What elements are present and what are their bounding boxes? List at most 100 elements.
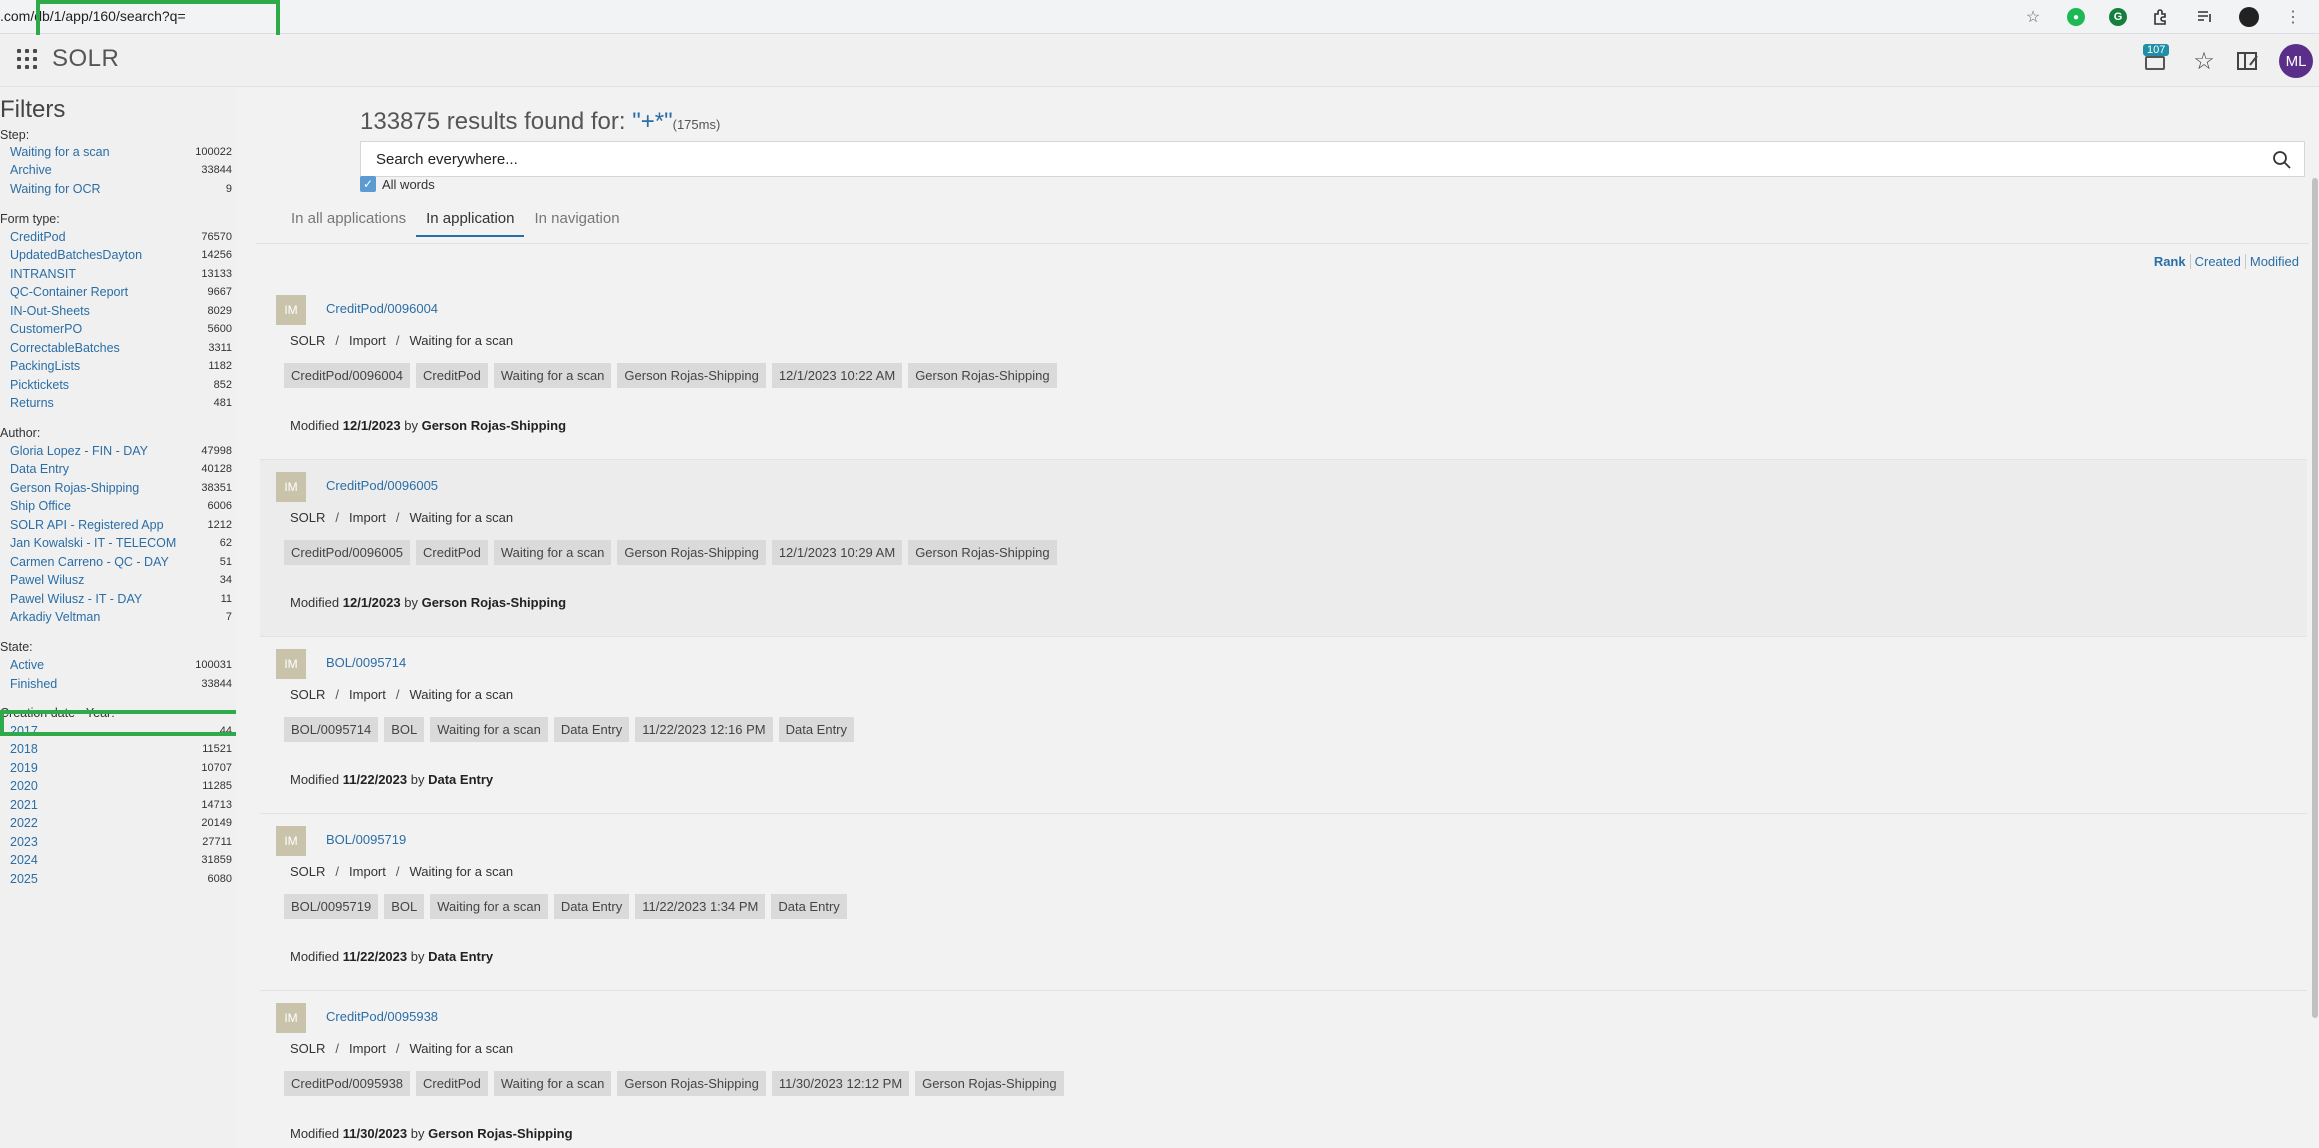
profile-dark-icon[interactable] — [2239, 7, 2259, 27]
modified-by-word: by — [410, 949, 425, 964]
document-type-icon: IM — [276, 649, 306, 679]
filter-item[interactable]: 2024 31859 — [10, 851, 232, 869]
result-title-link[interactable]: CreditPod/0095938 — [326, 1009, 438, 1024]
tab-in-navigation[interactable]: In navigation — [524, 210, 629, 237]
filter-item[interactable]: CustomerPO 5600 — [10, 320, 232, 338]
filter-item[interactable]: 2025 6080 — [10, 870, 232, 888]
path-separator: / — [335, 864, 340, 879]
scrollbar-track[interactable] — [2309, 88, 2319, 1148]
result-path: SOLR / Import / Waiting for a scan — [290, 687, 513, 702]
filter-item[interactable]: SOLR API - Registered App 1212 — [10, 516, 232, 534]
scrollbar-thumb[interactable] — [2312, 178, 2318, 1018]
result-tag: BOL — [384, 717, 425, 742]
filters-title: Filters — [0, 96, 66, 123]
result-tags: BOL/0095714 BOL Waiting for a scan Data … — [284, 717, 855, 742]
modified-by-word: by — [410, 772, 425, 787]
result-tag: BOL/0095714 — [284, 717, 379, 742]
document-type-icon: IM — [276, 295, 306, 325]
result-title-link[interactable]: BOL/0095719 — [326, 832, 406, 847]
filter-item[interactable]: Finished 33844 — [10, 675, 232, 693]
filter-item[interactable]: UpdatedBatchesDayton 14256 — [10, 246, 232, 264]
inbox-icon — [2145, 56, 2165, 70]
result-card: IM BOL/0095719 SOLR / Import / Waiting for… — [260, 814, 2307, 991]
tab-in-application[interactable]: In application — [416, 210, 525, 237]
filter-item[interactable]: Gloria Lopez - FIN - DAY 47998 — [10, 442, 232, 460]
favorites-star-icon[interactable]: ☆ — [2191, 48, 2217, 75]
path-separator: / — [395, 687, 400, 702]
filter-item[interactable]: Active 100031 — [10, 656, 232, 674]
result-tags: CreditPod/0095938 CreditPod Waiting for … — [284, 1071, 1064, 1096]
filter-item[interactable]: 2023 27711 — [10, 833, 232, 851]
sort-created-link[interactable]: Created — [2189, 254, 2245, 269]
result-tags: BOL/0095719 BOL Waiting for a scan Data … — [284, 894, 847, 919]
result-title-link[interactable]: CreditPod/0096005 — [326, 478, 438, 493]
filter-item[interactable]: 2022 20149 — [10, 814, 232, 832]
playlist-icon[interactable] — [2195, 7, 2215, 27]
layout-edit-icon[interactable] — [2235, 48, 2261, 74]
notifications-button[interactable]: 107 — [2141, 44, 2171, 76]
header-actions: 107 ☆ ML — [2141, 43, 2319, 79]
tab-all-applications[interactable]: In all applications — [281, 210, 416, 237]
filter-item[interactable]: Pawel Wilusz 34 — [10, 571, 232, 589]
result-tag: 12/1/2023 10:22 AM — [771, 363, 903, 388]
filter-item[interactable]: 2019 10707 — [10, 759, 232, 777]
filter-item[interactable]: 2018 11521 — [10, 740, 232, 758]
filter-item[interactable]: Jan Kowalski - IT - TELECOM 62 — [10, 534, 232, 552]
notification-badge: 107 — [2143, 44, 2170, 56]
modified-prefix: Modified — [290, 949, 340, 964]
result-tag: CreditPod — [416, 363, 488, 388]
result-tag: CreditPod — [416, 1071, 488, 1096]
filter-item[interactable]: 2020 11285 — [10, 777, 232, 795]
result-tag: Data Entry — [778, 717, 855, 742]
filter-item[interactable]: Data Entry 40128 — [10, 460, 232, 478]
filter-item[interactable]: Carmen Carreno - QC - DAY 51 — [10, 553, 232, 571]
result-path: SOLR / Import / Waiting for a scan — [290, 1041, 513, 1056]
path-separator: / — [395, 1041, 400, 1056]
filter-item[interactable]: Gerson Rojas-Shipping 38351 — [10, 479, 232, 497]
search-input[interactable] — [376, 151, 2256, 168]
sort-rank-link[interactable]: Rank — [2150, 254, 2190, 269]
modified-date: 11/30/2023 — [342, 1126, 408, 1141]
result-tag: Waiting for a scan — [430, 717, 548, 742]
filter-item[interactable]: CorrectableBatches 3311 — [10, 339, 232, 357]
document-type-icon: IM — [276, 826, 306, 856]
filter-item[interactable]: Arkadiy Veltman 7 — [10, 608, 232, 626]
filter-item[interactable]: Waiting for OCR 9 — [10, 180, 232, 198]
filter-item[interactable]: CreditPod 76570 — [10, 228, 232, 246]
modified-date: 11/22/2023 — [342, 772, 408, 787]
path-segment: SOLR — [290, 333, 326, 348]
results-text: results found for: — [446, 108, 626, 135]
filter-item[interactable]: Waiting for a scan 100022 — [10, 143, 232, 161]
filter-item[interactable]: INTRANSIT 13133 — [10, 265, 232, 283]
all-words-checkbox[interactable]: ✓ — [360, 176, 376, 192]
filter-item[interactable]: 2021 14713 — [10, 796, 232, 814]
path-segment: Import — [349, 510, 386, 525]
path-segment: SOLR — [290, 687, 326, 702]
filter-item[interactable]: Pawel Wilusz - IT - DAY 11 — [10, 590, 232, 608]
user-avatar[interactable]: ML — [2279, 44, 2313, 78]
extension-green-icon[interactable]: ● — [2067, 8, 2085, 26]
browser-toolbar: .com/db/1/app/160/search?q= ☆ ● G ⋮ — [0, 0, 2319, 34]
filter-item[interactable]: Archive 33844 — [10, 161, 232, 179]
document-type-icon: IM — [276, 472, 306, 502]
star-icon[interactable]: ☆ — [2023, 7, 2043, 27]
search-icon[interactable] — [2272, 150, 2292, 170]
modified-by: Gerson Rojas-Shipping — [428, 1126, 573, 1141]
grammarly-icon[interactable]: G — [2109, 8, 2127, 26]
filter-item[interactable]: IN-Out-Sheets 8029 — [10, 302, 232, 320]
result-title-link[interactable]: BOL/0095714 — [326, 655, 406, 670]
filter-item[interactable]: Picktickets 852 — [10, 376, 232, 394]
all-words-option[interactable]: ✓ All words — [360, 176, 435, 192]
filter-item[interactable]: Returns 481 — [10, 394, 232, 412]
puzzle-icon[interactable] — [2151, 7, 2171, 27]
filter-item[interactable]: Ship Office 6006 — [10, 497, 232, 515]
result-modified: Modified 11/22/2023 by Data Entry — [290, 772, 493, 787]
sort-modified-link[interactable]: Modified — [2244, 254, 2303, 269]
result-title-link[interactable]: CreditPod/0096004 — [326, 301, 438, 316]
modified-prefix: Modified — [290, 595, 340, 610]
apps-grid-icon[interactable] — [17, 49, 37, 69]
more-menu-icon[interactable]: ⋮ — [2283, 7, 2303, 27]
filter-item[interactable]: QC-Container Report 9667 — [10, 283, 232, 301]
result-tag: BOL/0095719 — [284, 894, 379, 919]
filter-item[interactable]: PackingLists 1182 — [10, 357, 232, 375]
